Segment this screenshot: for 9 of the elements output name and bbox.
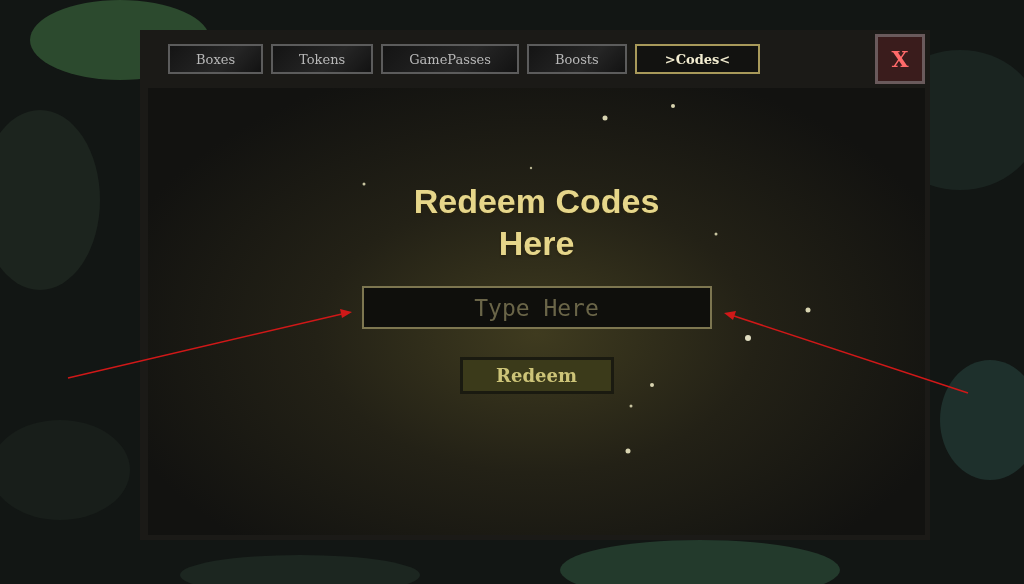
tab[interactable]: Boosts — [526, 44, 627, 74]
heading: Redeem Codes Here — [412, 181, 661, 264]
input-field[interactable]: Type Here — [361, 286, 712, 329]
close-button[interactable]: X — [875, 34, 925, 84]
redeem-button[interactable]: Redeem — [459, 357, 614, 394]
tab[interactable]: GamePasses — [381, 44, 519, 74]
tab[interactable]: Tokens — [271, 44, 374, 74]
tab[interactable]: Boxes — [168, 44, 264, 74]
tab[interactable]: >Codes< — [634, 44, 761, 74]
